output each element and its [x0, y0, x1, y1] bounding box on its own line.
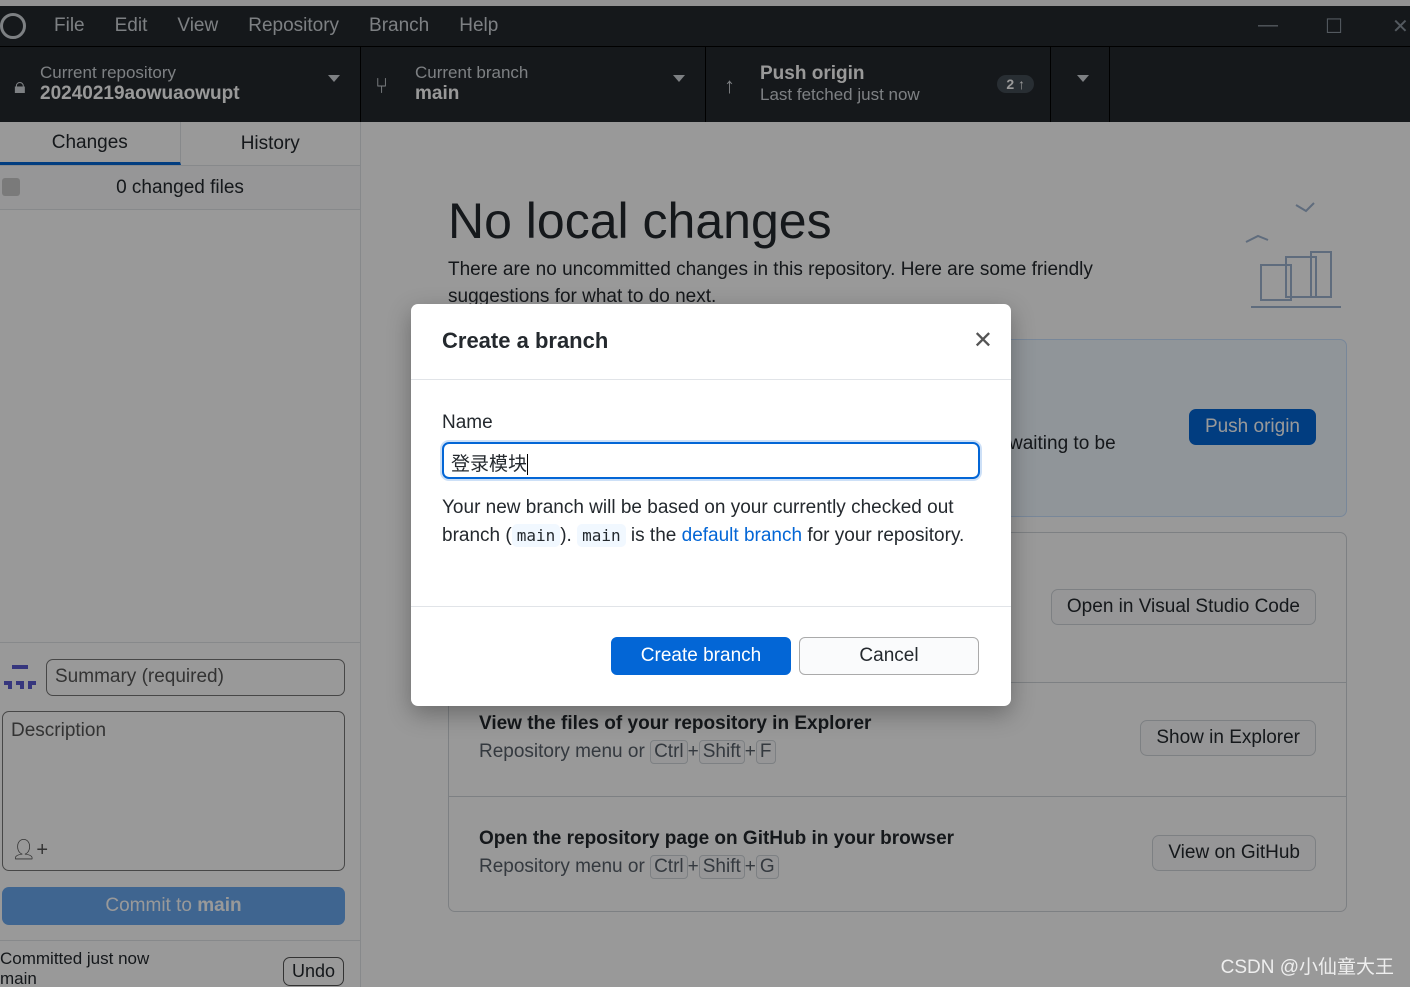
branch-name-value: 登录模块	[451, 454, 528, 475]
default-branch-link[interactable]: default branch	[682, 525, 802, 546]
info-text: ).	[560, 525, 578, 546]
name-label: Name	[442, 412, 493, 433]
create-branch-button[interactable]: Create branch	[611, 637, 791, 675]
cancel-button[interactable]: Cancel	[799, 637, 979, 675]
info-text: is the	[625, 525, 682, 546]
watermark: CSDN @小仙童大王	[1220, 957, 1394, 978]
branch-code: main	[577, 524, 626, 547]
info-text: for your repository.	[802, 525, 965, 546]
branch-code: main	[511, 524, 561, 547]
branch-name-input[interactable]: 登录模块	[442, 442, 980, 479]
branch-base-info: Your new branch will be based on your cu…	[442, 494, 982, 550]
close-icon[interactable]: ✕	[973, 326, 993, 355]
dialog-title: Create a branch	[442, 328, 609, 353]
create-branch-dialog: Create a branch ✕ Name 登录模块 Your new bra…	[411, 304, 1011, 706]
